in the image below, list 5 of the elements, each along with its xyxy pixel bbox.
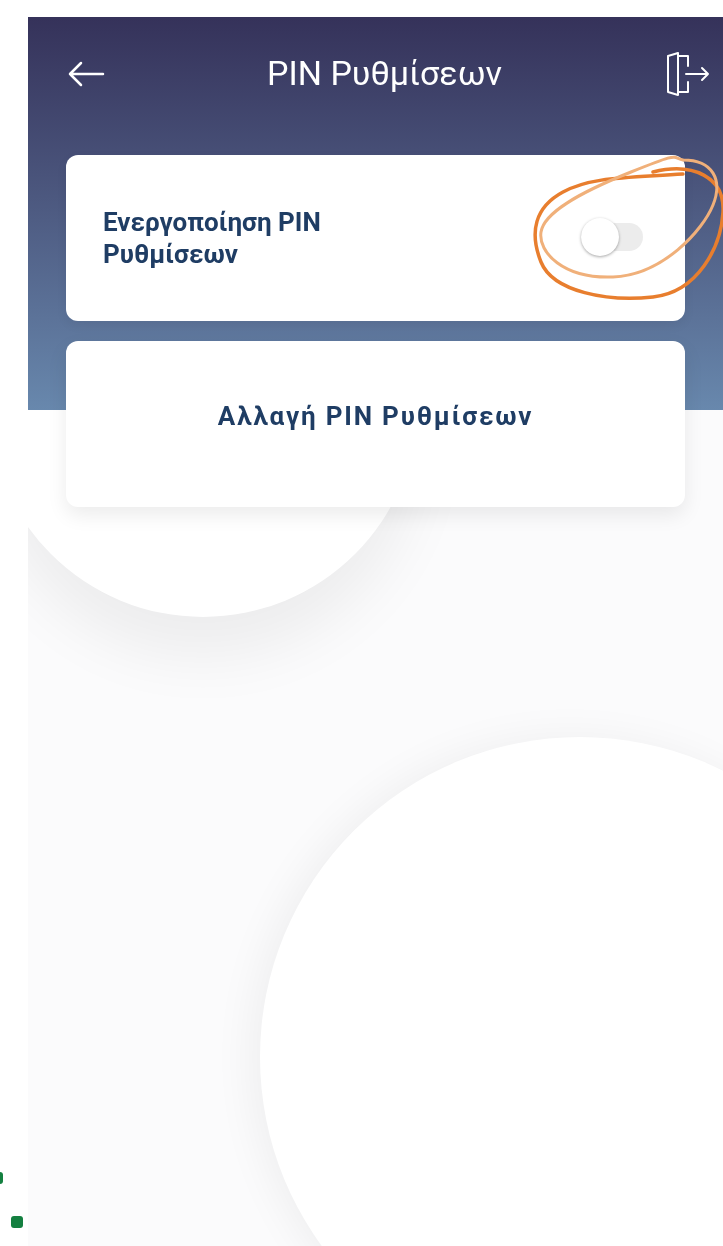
toggle-label: Ενεργοποίηση PIN Ρυθμίσεων — [103, 206, 322, 270]
back-arrow-icon — [67, 60, 105, 87]
page-title: PIN Ρυθμίσεων — [267, 52, 502, 95]
logout-icon — [664, 51, 710, 96]
change-pin-button[interactable]: Αλλαγή PIN Ρυθμίσεων — [66, 341, 685, 507]
